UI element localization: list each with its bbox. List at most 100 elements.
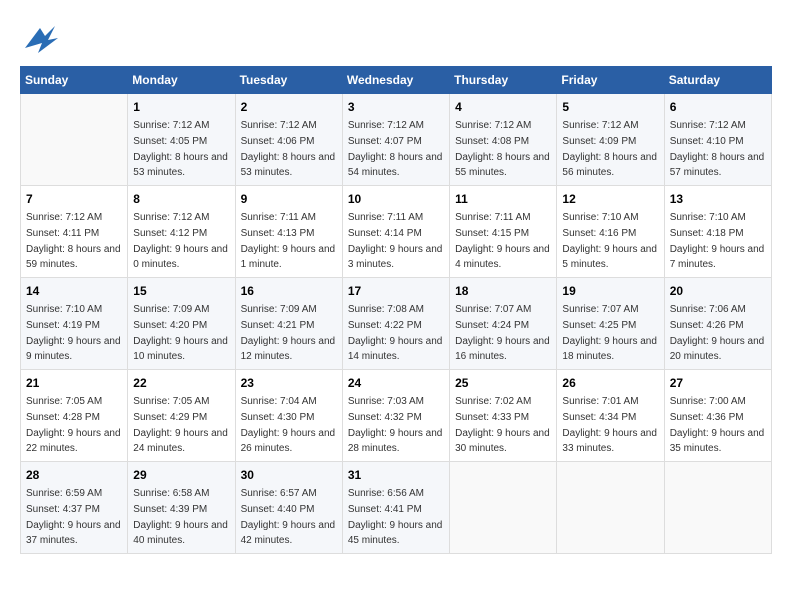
- calendar-table: SundayMondayTuesdayWednesdayThursdayFrid…: [20, 66, 772, 554]
- calendar-cell: 28 Sunrise: 6:59 AMSunset: 4:37 PMDayligh…: [21, 462, 128, 554]
- day-number: 7: [26, 190, 122, 208]
- calendar-week-4: 21 Sunrise: 7:05 AMSunset: 4:28 PMDayligh…: [21, 370, 772, 462]
- cell-details: Sunrise: 7:11 AMSunset: 4:15 PMDaylight:…: [455, 212, 550, 270]
- day-number: 1: [133, 98, 229, 116]
- calendar-cell: 30 Sunrise: 6:57 AMSunset: 4:40 PMDayligh…: [235, 462, 342, 554]
- day-number: 27: [670, 374, 766, 392]
- calendar-cell: [664, 462, 771, 554]
- calendar-cell: 31 Sunrise: 6:56 AMSunset: 4:41 PMDayligh…: [342, 462, 449, 554]
- day-number: 2: [241, 98, 337, 116]
- col-header-wednesday: Wednesday: [342, 67, 449, 94]
- page-container: SundayMondayTuesdayWednesdayThursdayFrid…: [0, 0, 792, 564]
- col-header-friday: Friday: [557, 67, 664, 94]
- day-number: 5: [562, 98, 658, 116]
- calendar-cell: [557, 462, 664, 554]
- calendar-cell: 23 Sunrise: 7:04 AMSunset: 4:30 PMDayligh…: [235, 370, 342, 462]
- cell-details: Sunrise: 6:58 AMSunset: 4:39 PMDaylight:…: [133, 488, 228, 546]
- day-number: 25: [455, 374, 551, 392]
- day-number: 3: [348, 98, 444, 116]
- cell-details: Sunrise: 7:00 AMSunset: 4:36 PMDaylight:…: [670, 396, 765, 454]
- day-number: 15: [133, 282, 229, 300]
- cell-details: Sunrise: 7:12 AMSunset: 4:09 PMDaylight:…: [562, 120, 657, 178]
- col-header-monday: Monday: [128, 67, 235, 94]
- calendar-cell: 18 Sunrise: 7:07 AMSunset: 4:24 PMDayligh…: [450, 278, 557, 370]
- calendar-cell: 20Sunrise: 7:06 AMSunset: 4:26 PMDayligh…: [664, 278, 771, 370]
- calendar-week-3: 14 Sunrise: 7:10 AMSunset: 4:19 PMDayligh…: [21, 278, 772, 370]
- calendar-cell: 24Sunrise: 7:03 AMSunset: 4:32 PMDayligh…: [342, 370, 449, 462]
- logo: [20, 18, 60, 54]
- cell-details: Sunrise: 7:07 AMSunset: 4:24 PMDaylight:…: [455, 304, 550, 362]
- day-number: 14: [26, 282, 122, 300]
- logo-icon: [20, 18, 56, 54]
- calendar-cell: 3Sunrise: 7:12 AMSunset: 4:07 PMDaylight…: [342, 94, 449, 186]
- cell-details: Sunrise: 7:08 AMSunset: 4:22 PMDaylight:…: [348, 304, 443, 362]
- cell-details: Sunrise: 7:12 AMSunset: 4:12 PMDaylight:…: [133, 212, 228, 270]
- day-number: 16: [241, 282, 337, 300]
- cell-details: Sunrise: 7:10 AMSunset: 4:16 PMDaylight:…: [562, 212, 657, 270]
- day-number: 11: [455, 190, 551, 208]
- day-number: 17: [348, 282, 444, 300]
- col-header-thursday: Thursday: [450, 67, 557, 94]
- day-number: 28: [26, 466, 122, 484]
- cell-details: Sunrise: 7:11 AMSunset: 4:13 PMDaylight:…: [241, 212, 336, 270]
- day-number: 4: [455, 98, 551, 116]
- calendar-cell: 21 Sunrise: 7:05 AMSunset: 4:28 PMDayligh…: [21, 370, 128, 462]
- day-number: 24: [348, 374, 444, 392]
- day-number: 12: [562, 190, 658, 208]
- cell-details: Sunrise: 7:12 AMSunset: 4:06 PMDaylight:…: [241, 120, 336, 178]
- calendar-cell: 9 Sunrise: 7:11 AMSunset: 4:13 PMDaylight…: [235, 186, 342, 278]
- calendar-cell: 16 Sunrise: 7:09 AMSunset: 4:21 PMDayligh…: [235, 278, 342, 370]
- cell-details: Sunrise: 7:05 AMSunset: 4:29 PMDaylight:…: [133, 396, 228, 454]
- cell-details: Sunrise: 6:56 AMSunset: 4:41 PMDaylight:…: [348, 488, 443, 546]
- calendar-cell: 1 Sunrise: 7:12 AMSunset: 4:05 PMDaylight…: [128, 94, 235, 186]
- calendar-cell: 12 Sunrise: 7:10 AMSunset: 4:16 PMDayligh…: [557, 186, 664, 278]
- day-number: 6: [670, 98, 766, 116]
- cell-details: Sunrise: 7:02 AMSunset: 4:33 PMDaylight:…: [455, 396, 550, 454]
- calendar-week-1: 1 Sunrise: 7:12 AMSunset: 4:05 PMDaylight…: [21, 94, 772, 186]
- calendar-cell: 5 Sunrise: 7:12 AMSunset: 4:09 PMDaylight…: [557, 94, 664, 186]
- calendar-header-row: SundayMondayTuesdayWednesdayThursdayFrid…: [21, 67, 772, 94]
- cell-details: Sunrise: 7:05 AMSunset: 4:28 PMDaylight:…: [26, 396, 121, 454]
- calendar-cell: 2 Sunrise: 7:12 AMSunset: 4:06 PMDaylight…: [235, 94, 342, 186]
- day-number: 26: [562, 374, 658, 392]
- calendar-cell: 22Sunrise: 7:05 AMSunset: 4:29 PMDayligh…: [128, 370, 235, 462]
- day-number: 30: [241, 466, 337, 484]
- cell-details: Sunrise: 7:07 AMSunset: 4:25 PMDaylight:…: [562, 304, 657, 362]
- day-number: 31: [348, 466, 444, 484]
- day-number: 8: [133, 190, 229, 208]
- calendar-cell: [450, 462, 557, 554]
- day-number: 10: [348, 190, 444, 208]
- cell-details: Sunrise: 7:10 AMSunset: 4:19 PMDaylight:…: [26, 304, 121, 362]
- day-number: 21: [26, 374, 122, 392]
- calendar-week-2: 7Sunrise: 7:12 AMSunset: 4:11 PMDaylight…: [21, 186, 772, 278]
- cell-details: Sunrise: 7:12 AMSunset: 4:05 PMDaylight:…: [133, 120, 228, 178]
- calendar-cell: 7Sunrise: 7:12 AMSunset: 4:11 PMDaylight…: [21, 186, 128, 278]
- calendar-cell: [21, 94, 128, 186]
- cell-details: Sunrise: 7:04 AMSunset: 4:30 PMDaylight:…: [241, 396, 336, 454]
- col-header-saturday: Saturday: [664, 67, 771, 94]
- day-number: 13: [670, 190, 766, 208]
- calendar-cell: 14 Sunrise: 7:10 AMSunset: 4:19 PMDayligh…: [21, 278, 128, 370]
- calendar-week-5: 28 Sunrise: 6:59 AMSunset: 4:37 PMDayligh…: [21, 462, 772, 554]
- calendar-cell: 29Sunrise: 6:58 AMSunset: 4:39 PMDayligh…: [128, 462, 235, 554]
- cell-details: Sunrise: 6:57 AMSunset: 4:40 PMDaylight:…: [241, 488, 336, 546]
- cell-details: Sunrise: 7:10 AMSunset: 4:18 PMDaylight:…: [670, 212, 765, 270]
- cell-details: Sunrise: 7:12 AMSunset: 4:08 PMDaylight:…: [455, 120, 550, 178]
- calendar-cell: 26 Sunrise: 7:01 AMSunset: 4:34 PMDayligh…: [557, 370, 664, 462]
- calendar-cell: 15 Sunrise: 7:09 AMSunset: 4:20 PMDayligh…: [128, 278, 235, 370]
- calendar-cell: 11 Sunrise: 7:11 AMSunset: 4:15 PMDayligh…: [450, 186, 557, 278]
- cell-details: Sunrise: 7:01 AMSunset: 4:34 PMDaylight:…: [562, 396, 657, 454]
- calendar-cell: 13 Sunrise: 7:10 AMSunset: 4:18 PMDayligh…: [664, 186, 771, 278]
- calendar-cell: 4 Sunrise: 7:12 AMSunset: 4:08 PMDaylight…: [450, 94, 557, 186]
- calendar-cell: 8 Sunrise: 7:12 AMSunset: 4:12 PMDaylight…: [128, 186, 235, 278]
- day-number: 23: [241, 374, 337, 392]
- cell-details: Sunrise: 7:09 AMSunset: 4:20 PMDaylight:…: [133, 304, 228, 362]
- cell-details: Sunrise: 7:11 AMSunset: 4:14 PMDaylight:…: [348, 212, 443, 270]
- day-number: 18: [455, 282, 551, 300]
- day-number: 9: [241, 190, 337, 208]
- cell-details: Sunrise: 7:06 AMSunset: 4:26 PMDaylight:…: [670, 304, 765, 362]
- calendar-cell: 27 Sunrise: 7:00 AMSunset: 4:36 PMDayligh…: [664, 370, 771, 462]
- calendar-cell: 6Sunrise: 7:12 AMSunset: 4:10 PMDaylight…: [664, 94, 771, 186]
- cell-details: Sunrise: 6:59 AMSunset: 4:37 PMDaylight:…: [26, 488, 121, 546]
- cell-details: Sunrise: 7:09 AMSunset: 4:21 PMDaylight:…: [241, 304, 336, 362]
